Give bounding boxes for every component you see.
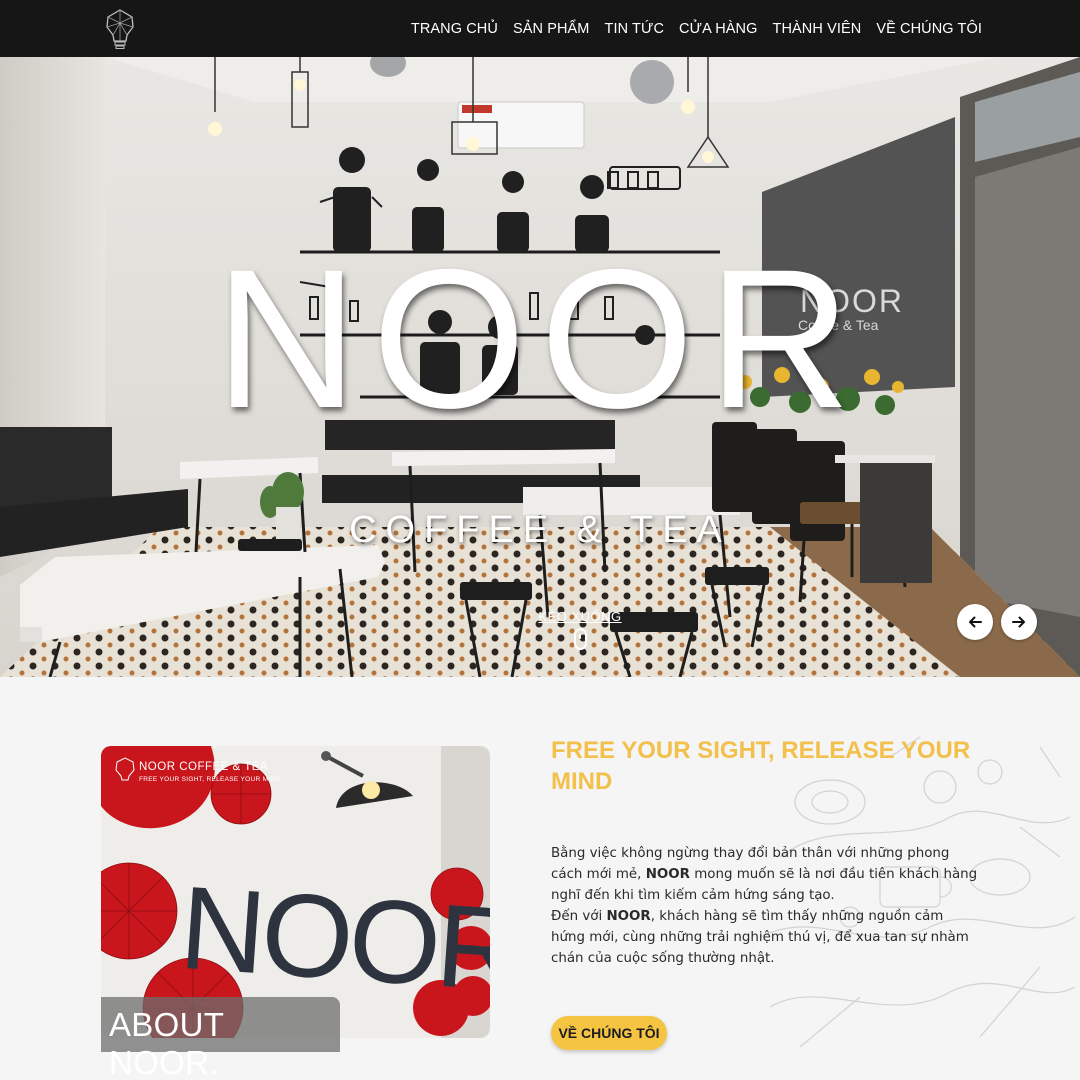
hero-title: NOOR xyxy=(215,228,865,449)
nav-item-members[interactable]: THÀNH VIÊN xyxy=(773,21,862,37)
about-photo-image: NOOR xyxy=(101,746,490,1038)
nav-item-home[interactable]: TRANG CHỦ xyxy=(411,21,498,37)
arrow-left-icon xyxy=(969,616,982,628)
about-section: NOOR NOOR COFFEE & TEA FREE YOUR SIGHT, … xyxy=(0,677,1080,1080)
photo-tagline: FREE YOUR SIGHT, RELEASE YOUR MIND xyxy=(139,776,281,783)
about-us-button[interactable]: VỀ CHÚNG TÔI xyxy=(551,1016,667,1050)
about-description: Bằng việc không ngừng thay đổi bản thân … xyxy=(551,843,981,969)
arrow-right-icon xyxy=(1012,616,1025,628)
nav-item-stores[interactable]: CỬA HÀNG xyxy=(679,21,757,37)
slider-next-button[interactable] xyxy=(1001,604,1037,640)
nav-item-products[interactable]: SẢN PHẨM xyxy=(513,21,590,37)
brand-name: NOOR xyxy=(606,909,651,924)
about-photo: NOOR NOOR COFFEE & TEA FREE YOUR SIGHT, … xyxy=(101,746,490,1038)
about-caption: ABOUT NOOR. xyxy=(101,997,340,1080)
nav-item-about-us[interactable]: VỀ CHÚNG TÔI xyxy=(876,21,982,37)
top-navigation-bar: TRANG CHỦ SẢN PHẨM TIN TỨC CỬA HÀNG THÀN… xyxy=(0,0,1080,57)
hero-subtitle: COFFEE & TEA xyxy=(349,509,731,551)
slider-prev-button[interactable] xyxy=(957,604,993,640)
photo-wall-lettering: NOOR xyxy=(176,862,490,1017)
brand-name: NOOR xyxy=(645,867,690,882)
lightbulb-logo-icon[interactable] xyxy=(104,8,136,50)
about-heading: FREE YOUR SIGHT, RELEASE YOUR MIND xyxy=(551,737,971,795)
photo-brand-label: NOOR COFFEE & TEA xyxy=(139,761,269,773)
main-nav: TRANG CHỦ SẢN PHẨM TIN TỨC CỬA HÀNG THÀN… xyxy=(411,0,982,57)
about-paragraph-1: Bằng việc không ngừng thay đổi bản thân … xyxy=(551,846,978,903)
about-paragraph-2: Đến với NOOR, khách hàng sẽ tìm thấy nhữ… xyxy=(551,909,969,966)
hero-slider: NOOR Coffee & Tea NOOR COFFEE & TEA KÉO … xyxy=(0,57,1080,677)
scroll-down-label: KÉO XUỐNG xyxy=(538,609,622,624)
nav-item-news[interactable]: TIN TỨC xyxy=(605,21,665,37)
mouse-scroll-icon xyxy=(573,628,587,650)
scroll-down-link[interactable]: KÉO XUỐNG xyxy=(528,609,632,650)
